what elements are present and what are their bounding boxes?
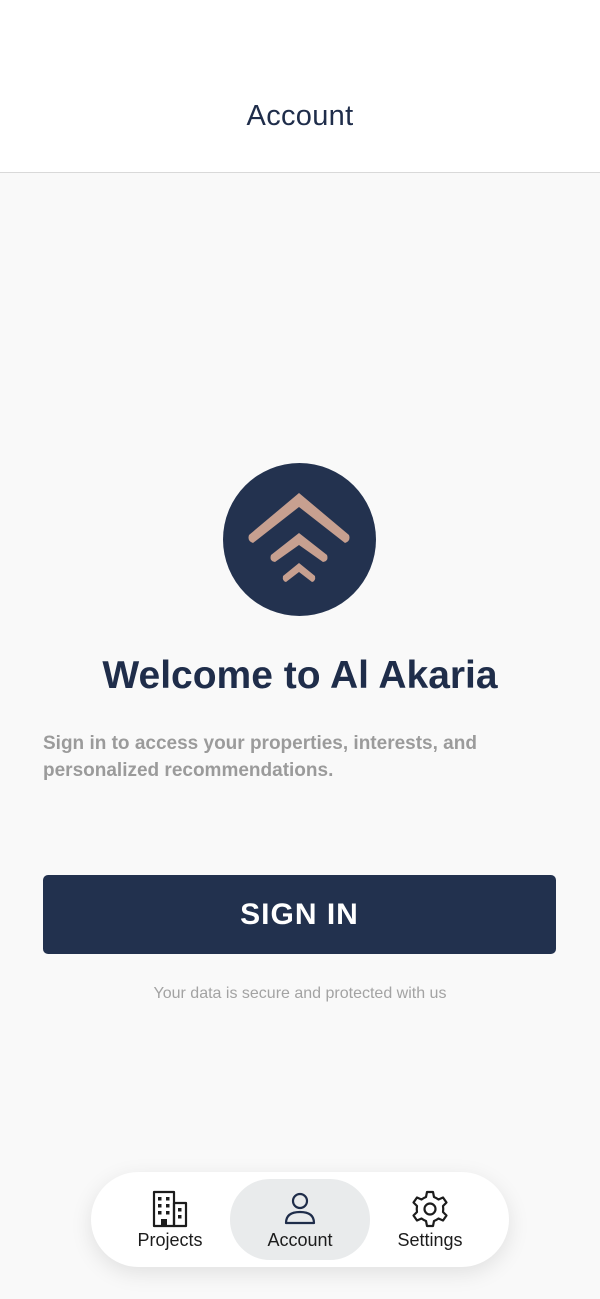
- sign-in-button[interactable]: SIGN IN: [43, 875, 556, 954]
- person-icon: [280, 1189, 320, 1229]
- page-title: Account: [246, 100, 354, 132]
- welcome-heading: Welcome to Al Akaria: [102, 654, 498, 697]
- tab-projects[interactable]: Projects: [100, 1179, 240, 1260]
- header-bar: Account: [0, 0, 600, 173]
- bottom-tab-bar: Projects Account Settings: [91, 1172, 509, 1267]
- tab-settings-label: Settings: [397, 1230, 463, 1250]
- building-icon: [150, 1189, 190, 1229]
- chevron-stack-logo-icon: [248, 493, 350, 582]
- tab-projects-label: Projects: [137, 1230, 203, 1250]
- app-logo: [223, 463, 376, 616]
- tab-account-label: Account: [267, 1230, 333, 1250]
- tab-account[interactable]: Account: [230, 1179, 370, 1260]
- tab-settings[interactable]: Settings: [360, 1179, 500, 1260]
- welcome-subtitle: Sign in to access your properties, inter…: [43, 733, 477, 781]
- security-note: Your data is secure and protected with u…: [153, 985, 447, 1002]
- gear-icon: [410, 1189, 450, 1229]
